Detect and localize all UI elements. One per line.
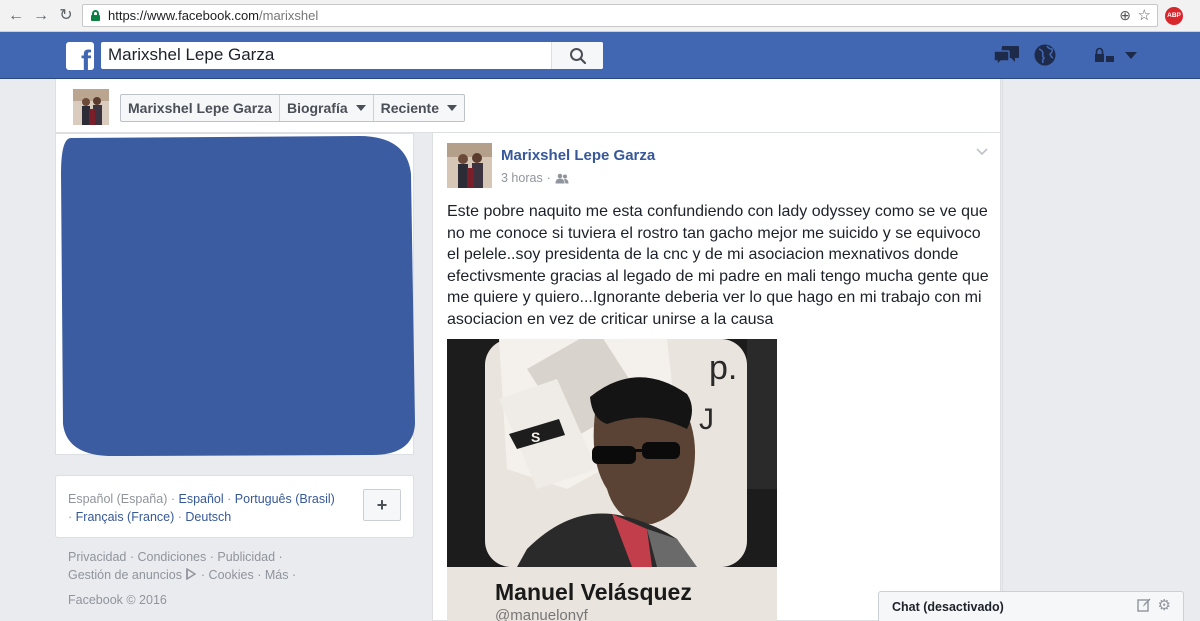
chevron-down-icon [355, 105, 366, 111]
account-menu-icon[interactable] [1124, 51, 1138, 61]
language-link-francais[interactable]: Français (France) [76, 510, 175, 524]
profile-name-label: Marixshel Lepe Garza [128, 100, 272, 116]
back-icon[interactable]: ← [6, 6, 26, 26]
svg-text:p.: p. [709, 349, 737, 387]
chat-bar[interactable]: Chat (desactivado) ⚙ [878, 591, 1184, 621]
chevron-down-icon [447, 105, 457, 111]
profile-tabs: Marixshel Lepe Garza Biografía Reciente [120, 94, 465, 122]
reload-icon[interactable]: ↻ [56, 6, 76, 26]
chevron-down-icon[interactable] [976, 147, 988, 157]
post-text: Este pobre naquito me esta confundiendo … [447, 203, 989, 328]
facebook-logo[interactable]: f [66, 42, 94, 70]
bookmark-star-icon[interactable]: ☆ [1138, 6, 1151, 24]
profile-nav-bar: Marixshel Lepe Garza Biografía Reciente [55, 79, 1001, 133]
search-button[interactable] [551, 42, 603, 69]
image-caption-name: Manuel Velásquez [495, 579, 692, 605]
footer-links-line1[interactable]: Privacidad · Condiciones · Publicidad · [68, 550, 283, 564]
zoom-icon[interactable]: ⊕ [1119, 7, 1131, 24]
profile-name-tab[interactable]: Marixshel Lepe Garza [121, 95, 280, 121]
post-author-photo [447, 143, 492, 188]
right-sidebar [1002, 79, 1200, 621]
tab-biografia-label: Biografía [286, 100, 348, 116]
browser-toolbar: ← → ↻ https://www.facebook.com/marixshel… [0, 0, 1200, 32]
url-text[interactable]: https://www.facebook.com/marixshel [108, 8, 318, 23]
chat-label: Chat (desactivado) [892, 600, 1004, 614]
language-link-espanol[interactable]: Español [178, 492, 223, 506]
post-avatar[interactable] [447, 143, 492, 188]
ad-management-link[interactable]: Gestión de anuncios [68, 568, 182, 582]
tab-biografia[interactable]: Biografía [280, 95, 374, 121]
post-timestamp[interactable]: 3 horas [501, 171, 543, 185]
image-caption-handle: @manuelonyf [495, 607, 588, 621]
profile-photo [73, 89, 109, 125]
svg-text:J: J [699, 403, 714, 436]
forward-icon[interactable]: → [31, 6, 51, 26]
facebook-header: f Marixshel Lepe Garza [0, 32, 1200, 79]
language-links: Español (España) · Español · Português (… [68, 492, 335, 524]
search-input[interactable]: Marixshel Lepe Garza [101, 42, 603, 69]
svg-text:S: S [531, 429, 540, 445]
privacy-icon[interactable] [1094, 47, 1116, 65]
address-bar[interactable]: https://www.facebook.com/marixshel ⊕ ☆ [82, 4, 1158, 27]
tab-reciente[interactable]: Reciente [374, 95, 464, 121]
timeline-post: Marixshel Lepe Garza 3 horas · Este pobr… [432, 133, 1001, 621]
compose-message-icon[interactable] [1137, 598, 1151, 612]
search-icon [570, 48, 587, 65]
footer-links: Privacidad · Condiciones · Publicidad · … [68, 548, 328, 584]
language-link-deutsch[interactable]: Deutsch [185, 510, 231, 524]
redaction-overlay [61, 136, 415, 456]
adchoices-icon[interactable] [185, 567, 197, 581]
add-language-button[interactable]: + [363, 489, 401, 521]
profile-thumbnail[interactable] [73, 89, 109, 125]
current-language: Español (España) [68, 492, 168, 506]
post-image[interactable]: S p. J Manuel Velásquez @manuelonyf [447, 339, 777, 621]
copyright: Facebook © 2016 [68, 593, 167, 607]
language-link-portugues[interactable]: Português (Brasil) [235, 492, 335, 506]
messages-icon[interactable] [994, 44, 1020, 66]
profile-intro-box [55, 133, 415, 456]
gear-icon[interactable]: ⚙ [1158, 596, 1171, 614]
footer-links-line2[interactable]: · Cookies · Más · [197, 568, 296, 582]
lock-icon [91, 10, 100, 21]
post-meta: 3 horas · [501, 171, 569, 185]
search-input-value: Marixshel Lepe Garza [108, 45, 275, 64]
post-author-name[interactable]: Marixshel Lepe Garza [501, 147, 655, 164]
tab-reciente-label: Reciente [380, 100, 439, 116]
adblock-icon[interactable]: ABP [1165, 7, 1183, 25]
notifications-globe-icon[interactable] [1033, 43, 1057, 67]
language-selector-box: Español (España) · Español · Português (… [55, 475, 414, 538]
friends-audience-icon[interactable] [555, 173, 569, 184]
